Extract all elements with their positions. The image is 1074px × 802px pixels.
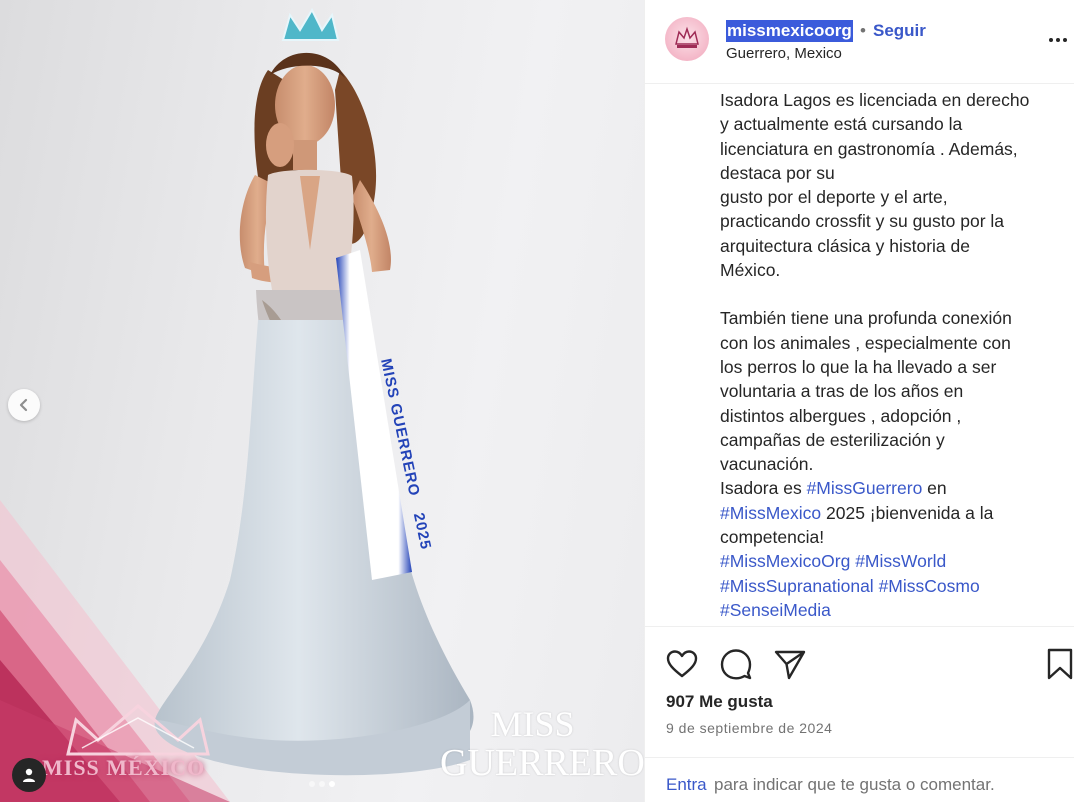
photo-illustration (0, 7, 474, 802)
carousel-indicator (0, 781, 644, 787)
caption-line: #SenseiMedia (720, 598, 1060, 622)
location-link[interactable]: Guerrero, Mexico (726, 44, 842, 64)
caption-paragraph-2: También tiene una profunda conexión con … (720, 308, 1012, 475)
avatar[interactable] (665, 17, 709, 61)
login-prompt: Entra para indicar que te gusta o coment… (645, 757, 1074, 802)
caption-line: #MissMexicoOrg #MissWorld (720, 549, 1060, 573)
post-caption: Isadora Lagos es licenciada en derecho y… (720, 88, 1060, 624)
username-link[interactable]: missmexicoorg (726, 20, 853, 42)
hashtag-link[interactable]: #MissCosmo (879, 576, 980, 596)
carousel-dot-active (329, 781, 335, 787)
caption-text: en (922, 478, 947, 499)
caption-line: #MissMexico 2025 ¡bienvenida a la (720, 501, 1060, 525)
hashtag-link[interactable]: #MissGuerrero (807, 478, 923, 498)
watermark-line1: MISS (490, 704, 575, 744)
likes-count[interactable]: 907 Me gusta (666, 692, 773, 712)
caption-text: 2025 ¡bienvenida a la (821, 502, 994, 523)
crown-avatar-icon (675, 26, 699, 48)
hashtag-link[interactable]: #SenseiMedia (720, 600, 831, 620)
bookmark-icon[interactable] (1043, 647, 1074, 681)
heart-icon[interactable] (665, 647, 699, 681)
comment-icon[interactable] (719, 647, 753, 681)
caption-line: competencia! (720, 527, 825, 548)
carousel-dot (309, 781, 315, 787)
login-link[interactable]: Entra (666, 775, 707, 795)
watermark-line2: GUERRERO (440, 742, 644, 784)
login-prompt-text: para indicar que te gusta o comentar. (714, 775, 995, 794)
post-actions: 907 Me gusta 9 de septiembre de 2024 Ent… (645, 626, 1074, 802)
image-watermark: MISS GUERRERO (440, 704, 644, 784)
caption-text: Isadora es (720, 478, 807, 499)
chevron-left-icon (19, 398, 28, 412)
caption-paragraph-1: Isadora Lagos es licenciada en derecho y… (720, 90, 1030, 281)
hashtag-link[interactable]: #MissMexico (720, 503, 821, 523)
post-header: missmexicoorg • Seguir Guerrero, Mexico (645, 0, 1074, 84)
hashtag-link[interactable]: #MissMexicoOrg (720, 551, 850, 571)
more-options-button[interactable] (1045, 30, 1071, 50)
carousel-dot (319, 781, 325, 787)
post-photo: MISS GUERRERO 2025 MISS MÉXICO MISS GUER… (0, 0, 644, 802)
more-options-icon (1049, 38, 1053, 42)
brand-text: MISS MÉXICO (42, 755, 206, 780)
post-panel: missmexicoorg • Seguir Guerrero, Mexico … (644, 0, 1074, 802)
follow-button[interactable]: Seguir (873, 20, 926, 42)
post-date[interactable]: 9 de septiembre de 2024 (666, 720, 832, 736)
caption-line: Isadora es #MissGuerrero en (720, 476, 1060, 500)
hashtag-link[interactable]: #MissSupranational (720, 576, 874, 596)
hashtag-link[interactable]: #MissWorld (855, 551, 946, 571)
send-icon[interactable] (773, 647, 807, 681)
separator-dot: • (860, 21, 866, 40)
caption-line: #MissSupranational #MissCosmo (720, 574, 1060, 598)
carousel-prev-button[interactable] (8, 389, 40, 421)
